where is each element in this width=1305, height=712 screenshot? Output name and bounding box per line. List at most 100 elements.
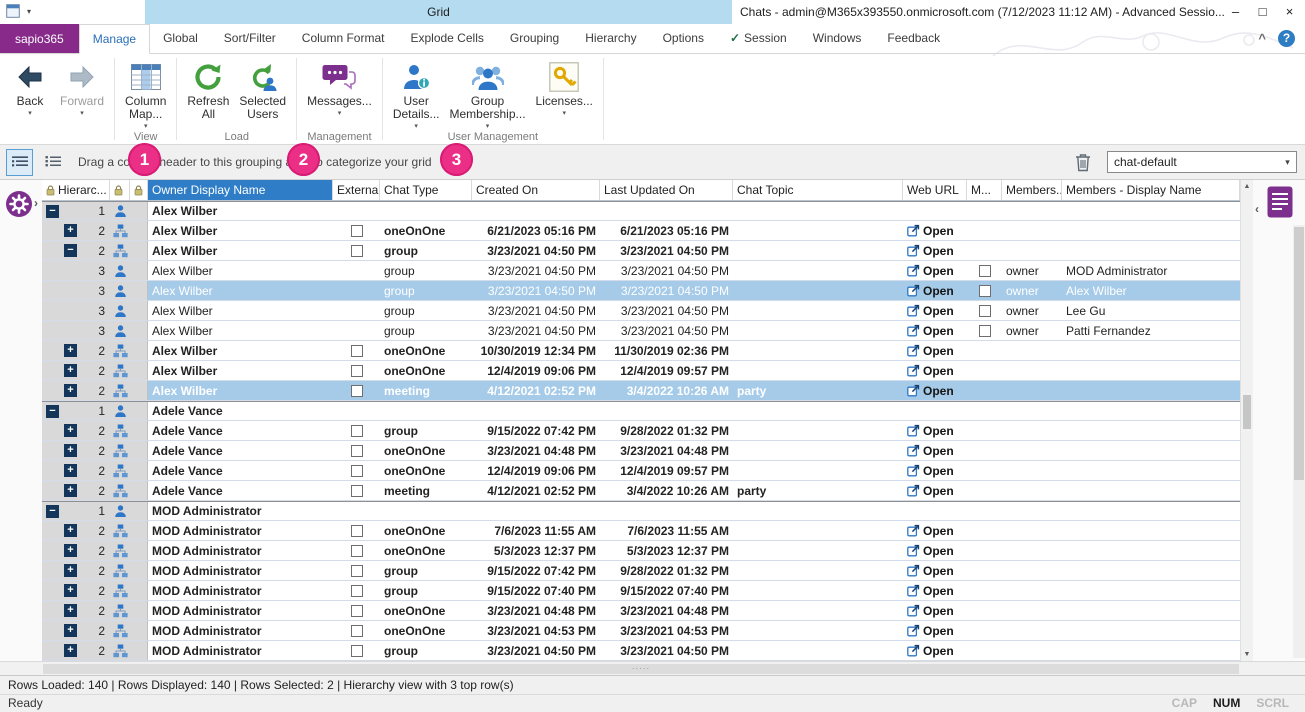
tab-session[interactable]: ✓Session [717,24,800,53]
grid-row[interactable]: −1Alex Wilber [42,201,1240,221]
view-selector-dropdown[interactable]: chat-default ▾ [1107,151,1297,173]
scroll-down-icon[interactable]: ▼ [1241,648,1253,661]
external-checkbox[interactable] [351,545,363,557]
expand-icon[interactable]: + [64,584,77,597]
open-link[interactable]: Open [907,384,954,398]
grid-row[interactable]: +2MOD AdministratoroneOnOne5/3/2023 12:3… [42,541,1240,561]
grid-row[interactable]: 3Alex Wilbergroup3/23/2021 04:50 PM3/23/… [42,261,1240,281]
column-header-members[interactable]: Members... [1002,180,1062,200]
column-map-button[interactable]: Column Map... ▾ [120,57,171,132]
column-header-members-display-name[interactable]: Members - Display Name [1062,180,1240,200]
open-link[interactable]: Open [907,464,954,478]
grid-row[interactable]: +2Adele VanceoneOnOne3/23/2021 04:48 PM3… [42,441,1240,461]
external-checkbox[interactable] [351,245,363,257]
column-header-m[interactable]: M... [967,180,1002,200]
member-checkbox[interactable] [979,325,991,337]
external-checkbox[interactable] [351,345,363,357]
grid-row[interactable]: +2MOD Administratorgroup3/23/2021 04:50 … [42,641,1240,661]
tab-sapio365[interactable]: sapio365 [0,24,79,53]
open-link[interactable]: Open [907,304,954,318]
expand-icon[interactable]: + [64,344,77,357]
open-link[interactable]: Open [907,244,954,258]
column-header-hierarc[interactable]: Hierarc... [42,180,110,200]
grid-row[interactable]: 3Alex Wilbergroup3/23/2021 04:50 PM3/23/… [42,281,1240,301]
column-header-web-url[interactable]: Web URL [903,180,967,200]
grid-row[interactable]: +2Alex WilberoneOnOne12/4/2019 09:06 PM1… [42,361,1240,381]
member-checkbox[interactable] [979,265,991,277]
grid-row[interactable]: +2Adele VanceoneOnOne12/4/2019 09:06 PM1… [42,461,1240,481]
flat-view-toggle[interactable] [39,149,66,176]
selected-users-button[interactable]: Selected Users [234,57,291,123]
licenses-button[interactable]: Licenses... ▾ [531,57,598,119]
horizontal-scroll-thumb[interactable]: ····· [43,664,1239,674]
member-checkbox[interactable] [979,305,991,317]
minimize-button[interactable]: – [1222,0,1249,24]
open-link[interactable]: Open [907,284,954,298]
grid-row[interactable]: +2MOD AdministratoroneOnOne7/6/2023 11:5… [42,521,1240,541]
external-checkbox[interactable] [351,225,363,237]
expand-icon[interactable]: + [64,544,77,557]
open-link[interactable]: Open [907,364,954,378]
open-link[interactable]: Open [907,644,954,658]
grid-horizontal-scrollbar[interactable]: ····· [42,662,1240,676]
grid-row[interactable]: −1MOD Administrator [42,501,1240,521]
tab-sort-filter[interactable]: Sort/Filter [211,24,289,53]
external-checkbox[interactable] [351,605,363,617]
external-checkbox[interactable] [351,525,363,537]
trash-icon[interactable] [1075,153,1091,172]
grid-row[interactable]: +2Adele Vancemeeting4/12/2021 02:52 PM3/… [42,481,1240,501]
open-link[interactable]: Open [907,264,954,278]
expand-icon[interactable]: + [64,464,77,477]
refresh-all-button[interactable]: Refresh All [182,57,234,123]
open-link[interactable]: Open [907,544,954,558]
member-checkbox[interactable] [979,285,991,297]
open-link[interactable]: Open [907,624,954,638]
settings-gear-icon[interactable] [5,190,33,218]
expand-right-panel-icon[interactable]: ‹ [1255,202,1259,216]
group-membership-button[interactable]: Group Membership... ▾ [445,57,531,132]
external-checkbox[interactable] [351,565,363,577]
column-header-external[interactable]: External [333,180,380,200]
collapse-ribbon-icon[interactable]: ^ [1258,31,1266,46]
tab-options[interactable]: Options [650,24,717,53]
external-checkbox[interactable] [351,385,363,397]
vertical-scroll-thumb[interactable] [1243,395,1251,429]
user-details-button[interactable]: User Details... ▾ [388,57,445,132]
grid-row[interactable]: −2Alex Wilbergroup3/23/2021 04:50 PM3/23… [42,241,1240,261]
open-link[interactable]: Open [907,444,954,458]
column-header-last-updated-on[interactable]: Last Updated On [600,180,733,200]
tab-feedback[interactable]: Feedback [874,24,953,53]
expand-icon[interactable]: + [64,444,77,457]
collapse-icon[interactable]: − [46,505,59,518]
grid-row[interactable]: −1Adele Vance [42,401,1240,421]
external-checkbox[interactable] [351,365,363,377]
expand-icon[interactable]: + [64,644,77,657]
grid-row[interactable]: +2Alex WilberoneOnOne10/30/2019 12:34 PM… [42,341,1240,361]
open-link[interactable]: Open [907,344,954,358]
external-checkbox[interactable] [351,465,363,477]
open-link[interactable]: Open [907,424,954,438]
open-link[interactable]: Open [907,224,954,238]
column-header-chat-type[interactable]: Chat Type [380,180,472,200]
forward-button[interactable]: Forward ▾ [55,57,109,119]
tab-explode-cells[interactable]: Explode Cells [397,24,496,53]
expand-icon[interactable]: + [64,484,77,497]
grid-row[interactable]: 3Alex Wilbergroup3/23/2021 04:50 PM3/23/… [42,321,1240,341]
quick-access-toolbar[interactable]: ▾ [6,4,31,18]
column-header-lock[interactable] [110,180,130,200]
tab-manage[interactable]: Manage [79,24,150,54]
open-link[interactable]: Open [907,324,954,338]
external-checkbox[interactable] [351,645,363,657]
tab-global[interactable]: Global [150,24,211,53]
close-button[interactable]: × [1276,0,1303,24]
grid-row[interactable]: +2MOD AdministratoroneOnOne3/23/2021 04:… [42,621,1240,641]
open-link[interactable]: Open [907,524,954,538]
tab-column-format[interactable]: Column Format [289,24,398,53]
expand-icon[interactable]: + [64,604,77,617]
column-header-owner-display-name[interactable]: Owner Display Name [148,180,333,200]
panel-scrollbar[interactable] [1293,225,1305,658]
open-link[interactable]: Open [907,484,954,498]
tab-grouping[interactable]: Grouping [497,24,572,53]
column-header-created-on[interactable]: Created On [472,180,600,200]
messages-button[interactable]: Messages... ▾ [302,57,377,119]
